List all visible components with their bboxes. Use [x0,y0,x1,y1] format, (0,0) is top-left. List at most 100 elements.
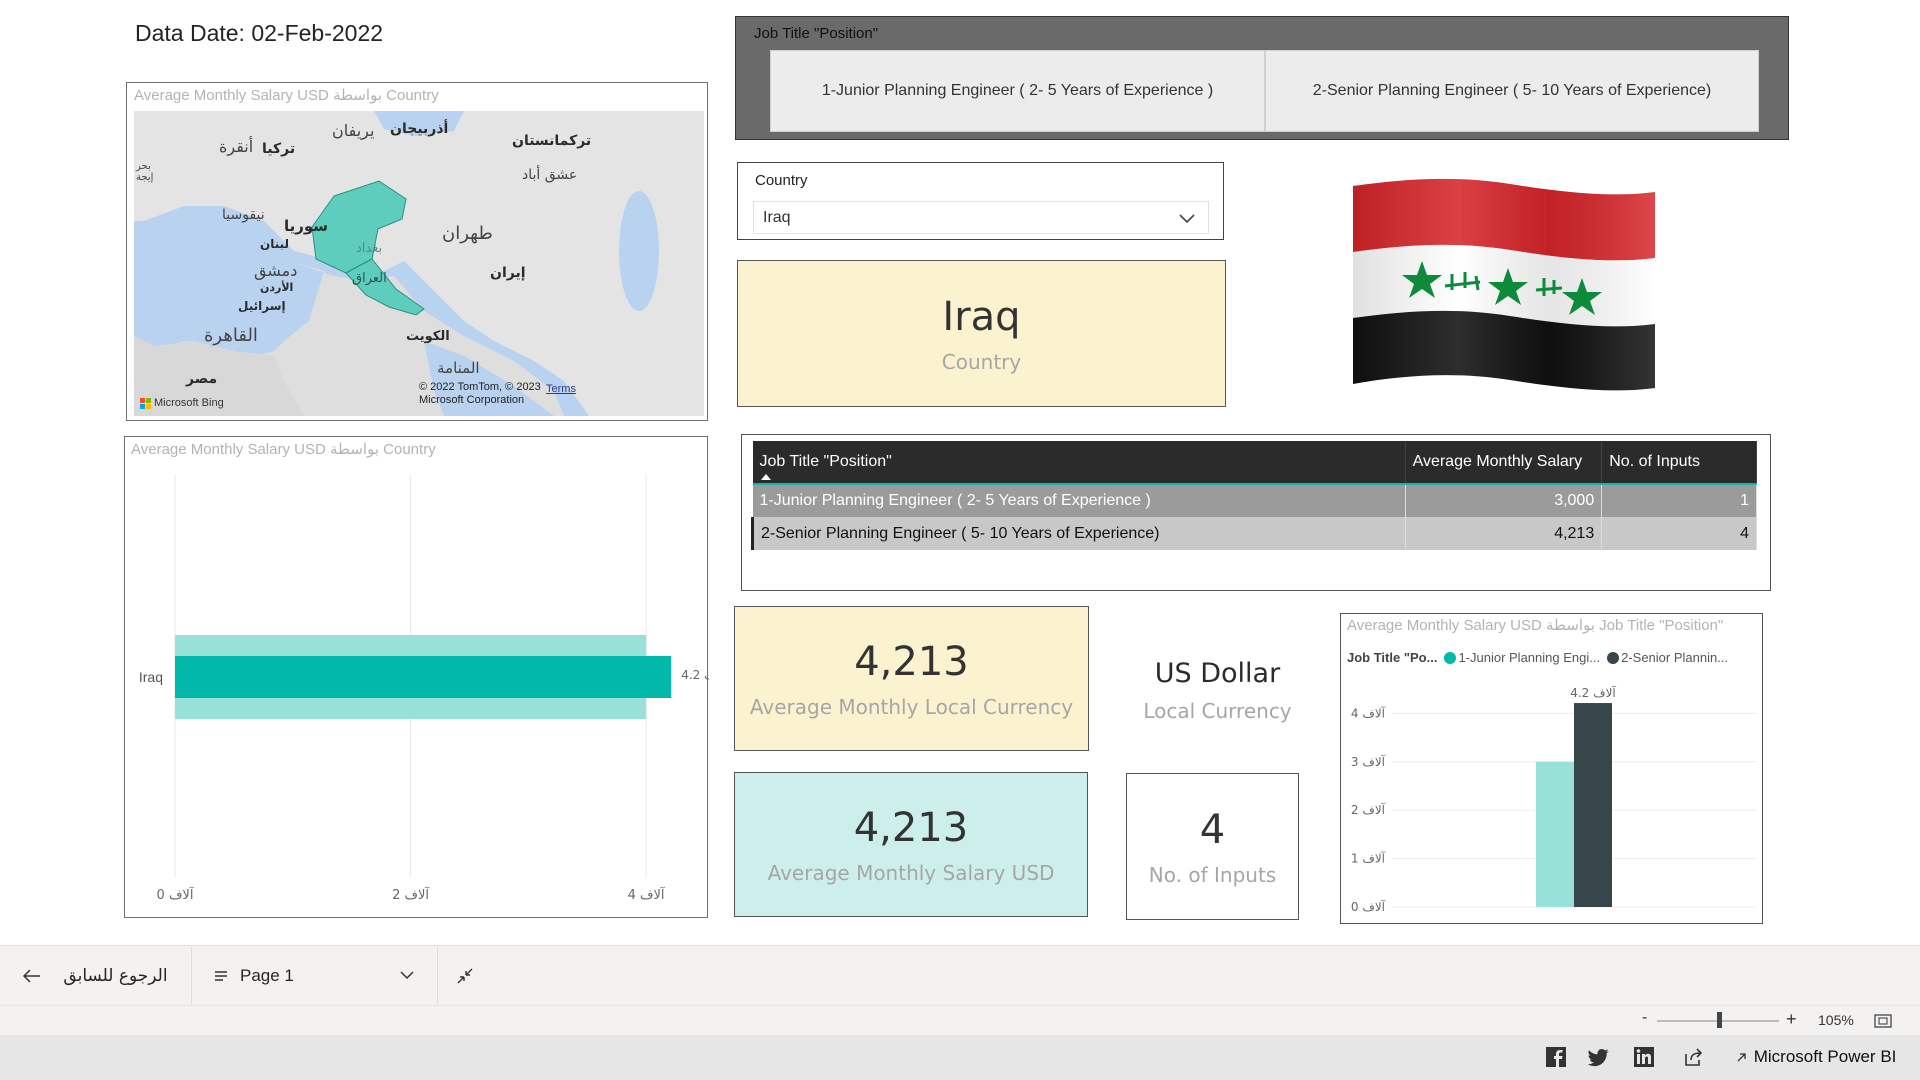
back-button[interactable]: الرجوع للسابق [0,946,192,1006]
table-cell-salary: 4,213 [1405,517,1603,550]
page-navigation-bar: الرجوع للسابق Page 1 [0,945,1920,1006]
map-visual-title: Average Monthly Salary USD بواسطة Countr… [134,87,439,104]
external-link-icon [1737,1053,1746,1062]
map-visual[interactable]: Average Monthly Salary USD بواسطة Countr… [126,82,708,421]
map-label-yerevan: يريفان [332,121,375,140]
bar-chart-svg: 0 آلاف 2 آلاف 4 آلاف Iraq 4.2 آلاف [139,475,709,903]
map-label-nicosia: نيقوسيا [222,207,265,223]
table-cell-salary: 3,000 [1405,483,1603,517]
chevron-down-icon [400,971,414,980]
map-label-israel: إسرائيل [238,299,286,313]
collapse-icon [457,968,473,984]
table-header-job[interactable]: Job Title "Position" [752,441,1406,484]
map-label-iran: إيران [490,265,526,281]
map-copyright: © 2022 TomTom, © 2023 Microsoft Corporat… [419,381,541,406]
map-terms-link[interactable]: Terms [546,383,576,395]
bing-label: Microsoft Bing [154,397,224,409]
job-option-junior[interactable]: 1-Junior Planning Engineer ( 2- 5 Years … [770,50,1265,132]
map-label-iraq: العراق [352,271,387,286]
y-tick-label: 2 آلاف [1351,802,1386,817]
page-selector-label: Page 1 [240,966,294,985]
inputs-card: 4 No. of Inputs [1126,773,1299,920]
page-list-icon [215,971,227,981]
map-label-ashgabat: عشق أباد [522,167,578,183]
map-label-kuwait: الكويت [406,329,450,344]
sort-arrow-icon [760,474,771,480]
map-label-azerbaijan: أذربيجان [390,121,449,137]
powerbi-label: Microsoft Power BI [1753,1047,1897,1066]
microsoft-logo-icon [140,397,151,409]
column-junior [1536,761,1574,907]
job-title-slicer: Job Title "Position" 1-Junior Planning E… [735,16,1789,140]
map-label-damascus: دمشق [254,261,298,280]
country-dropdown-value: Iraq [763,208,791,226]
zoom-out-button[interactable]: - [1642,1009,1647,1027]
x-tick-label: 4 آلاف [628,886,666,903]
salary-usd-value: 4,213 [853,804,969,851]
table-cell-inputs: 1 [1601,483,1757,517]
column-data-label: 4.2 آلاف [1570,685,1616,700]
country-card: Iraq Country [737,260,1226,407]
chevron-down-icon [1179,214,1195,224]
local-currency-label: Average Monthly Local Currency [749,694,1074,719]
column-chart-visual[interactable]: Average Monthly Salary USD بواسطة Job Ti… [1340,613,1763,924]
zoom-slider-thumb[interactable] [1717,1012,1722,1028]
local-currency-card: 4,213 Average Monthly Local Currency [734,606,1089,751]
data-date-label: Data Date: 02-Feb-2022 [135,20,384,46]
table-row[interactable]: 2-Senior Planning Engineer ( 5- 10 Years… [751,517,1757,550]
map-label-cairo: القاهرة [204,325,258,346]
arrow-left-icon [23,969,41,983]
twitter-icon[interactable] [1588,1046,1610,1068]
bar-chart-visual[interactable]: Average Monthly Salary USD بواسطة Countr… [124,436,709,918]
map-label-syria: سوريا [284,217,329,235]
iraq-flag-image [1350,178,1660,393]
map-area[interactable]: أنقرة تركيا يريفان أذربيجان تركمانستان ع… [134,111,704,416]
salary-table-visual[interactable]: Job Title "Position" Average Monthly Sal… [741,434,1771,591]
y-tick-label: 0 آلاف [1351,899,1386,914]
job-slicer-title: Job Title "Position" [754,25,879,42]
table-header-inputs[interactable]: No. of Inputs [1601,441,1757,484]
exit-fullscreen-button[interactable] [452,963,482,989]
salary-table: Job Title "Position" Average Monthly Sal… [751,441,1757,550]
report-canvas: Data Date: 02-Feb-2022 Average Monthly S… [0,0,1920,945]
inputs-value: 4 [1199,806,1226,853]
bar-data-label: 4.2 آلاف [681,667,709,682]
share-icon[interactable] [1683,1046,1705,1068]
table-header-salary[interactable]: Average Monthly Salary [1405,441,1603,484]
facebook-icon[interactable] [1545,1046,1567,1068]
country-card-label: Country [941,349,1022,374]
table-cell-inputs: 4 [1601,517,1757,550]
country-dropdown[interactable]: Iraq [753,201,1209,234]
bing-logo: Microsoft Bing [140,397,224,409]
currency-value: US Dollar [1154,657,1281,689]
local-currency-value: 4,213 [854,638,969,685]
country-slicer: Country Iraq [737,162,1224,240]
map-label-turkey: تركيا [262,141,296,157]
column-senior [1574,703,1612,907]
country-slicer-title: Country [755,172,808,189]
fit-to-page-icon[interactable] [1874,1014,1892,1028]
column-chart-svg: 0 آلاف 1 آلاف 2 آلاف 3 آلاف 4 آلاف 4.2 آلاف [1351,685,1756,914]
share-bar: Microsoft Power BI [0,1035,1920,1080]
inputs-label: No. of Inputs [1148,862,1277,887]
zoom-in-button[interactable]: + [1786,1009,1797,1030]
y-category-label: Iraq [139,669,163,685]
powerbi-link[interactable]: Microsoft Power BI [1735,1047,1896,1067]
y-tick-label: 1 آلاف [1351,851,1386,866]
page-selector[interactable]: Page 1 [192,946,438,1006]
bar-value [175,656,672,698]
y-tick-label: 4 آلاف [1351,705,1386,720]
linkedin-icon[interactable] [1633,1046,1655,1068]
table-header-row: Job Title "Position" Average Monthly Sal… [752,441,1757,484]
back-label: الرجوع للسابق [63,966,168,986]
map-label-egypt: مصر [186,371,218,387]
table-row[interactable]: 1-Junior Planning Engineer ( 2- 5 Years … [752,483,1757,517]
job-option-senior[interactable]: 2-Senior Planning Engineer ( 5- 10 Years… [1265,50,1759,132]
map-label-tehran: طهران [442,223,493,244]
y-tick-label: 3 آلاف [1351,754,1386,769]
map-label-turkmenistan: تركمانستان [512,133,592,149]
map-label-lebanon: لبنان [260,237,290,251]
currency-card: US Dollar Local Currency [1125,640,1310,740]
map-label-jordan: الأردن [260,281,294,294]
currency-label: Local Currency [1143,698,1292,723]
